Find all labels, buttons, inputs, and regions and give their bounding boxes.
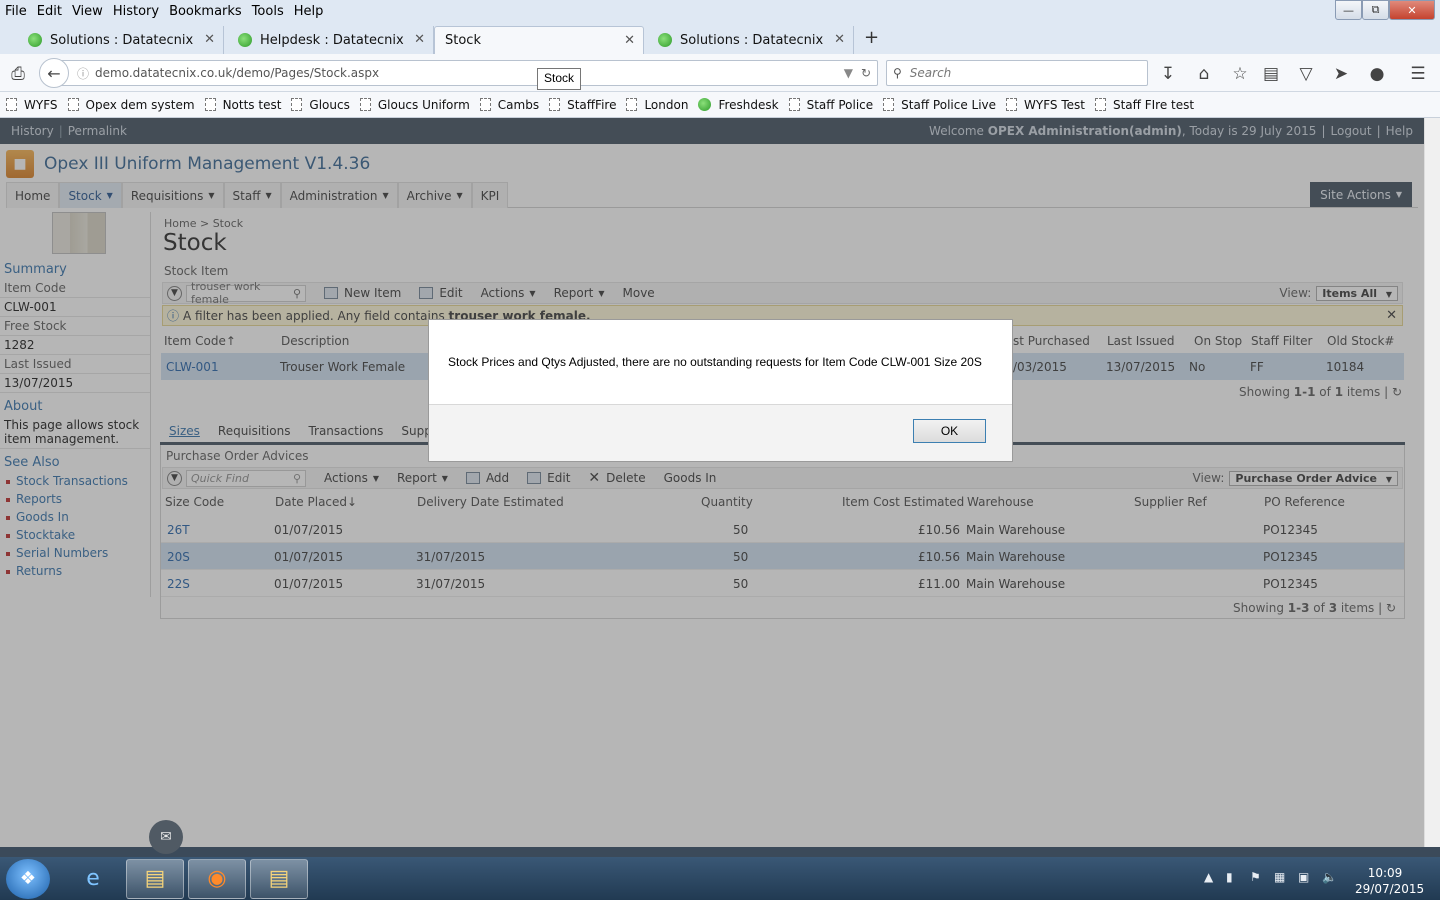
folder-icon — [626, 98, 638, 111]
menu-bar: File Edit View History Bookmarks Tools H… — [0, 0, 1440, 22]
tab-stock[interactable]: Stock ✕ — [434, 26, 644, 54]
bookmark-star-icon[interactable]: ☆ — [1230, 64, 1250, 84]
file-explorer-icon[interactable]: ▤ — [126, 858, 184, 899]
menu-view[interactable]: View — [67, 4, 108, 19]
folder-icon — [1006, 98, 1018, 111]
show-hidden-icons-icon[interactable]: ▲ — [1204, 870, 1213, 884]
menu-file[interactable]: File — [0, 4, 32, 19]
back-icon[interactable]: ← — [39, 58, 69, 88]
status-bar — [0, 847, 1440, 857]
print-icon[interactable]: ⎙ — [8, 64, 28, 84]
search-icon: ⚲ — [893, 66, 902, 80]
new-tab-icon[interactable]: + — [864, 27, 879, 48]
alert-dialog: Stock Prices and Qtys Adjusted, there ar… — [428, 319, 1013, 462]
bookmark-notts-test[interactable]: Notts test — [204, 98, 281, 112]
search-input[interactable]: Search — [910, 66, 952, 80]
bookmark-london[interactable]: London — [626, 98, 688, 112]
close-tab-icon[interactable]: ✕ — [414, 32, 425, 47]
home-icon[interactable]: ⌂ — [1194, 64, 1214, 84]
firefox-icon[interactable]: ◉ — [188, 858, 246, 899]
dialog-message: Stock Prices and Qtys Adjusted, there ar… — [429, 320, 1012, 405]
folder-icon — [359, 98, 371, 111]
info-icon: ⓘ — [77, 66, 90, 81]
clock-time: 10:09 — [1367, 866, 1403, 880]
send-icon[interactable]: ➤ — [1331, 64, 1351, 84]
close-window-button[interactable]: ✕ — [1389, 0, 1435, 20]
bookmark-stafffire[interactable]: StaffFire — [549, 98, 616, 112]
volume-icon[interactable]: 🔈 — [1322, 870, 1337, 884]
chat-icon[interactable]: ● — [1367, 64, 1387, 84]
folder-icon — [479, 98, 491, 111]
menu-bookmarks[interactable]: Bookmarks — [164, 4, 247, 19]
bookmark-staff-police-live[interactable]: Staff Police Live — [883, 98, 996, 112]
bookmark-cambs[interactable]: Cambs — [479, 98, 539, 112]
bookmark-staff-police[interactable]: Staff Police — [788, 98, 873, 112]
vertical-scrollbar[interactable] — [1424, 118, 1440, 847]
tab-tooltip: Stock — [537, 68, 582, 90]
network-icon[interactable]: ▣ — [1298, 870, 1309, 884]
menu-help[interactable]: Help — [289, 4, 329, 19]
menu-edit[interactable]: Edit — [32, 4, 67, 19]
navigation-toolbar: ⎙ ← ⓘ demo.datatecnix.co.uk/demo/Pages/S… — [0, 54, 1440, 92]
taskbar: ❖ e ▤ ◉ ▤ — [0, 857, 1440, 900]
windows-icon[interactable]: ▦ — [1274, 870, 1285, 884]
folder-icon — [1094, 98, 1106, 111]
maximize-button[interactable]: ⧉ — [1362, 0, 1389, 20]
reload-icon[interactable]: ↻ — [861, 66, 871, 80]
tab-helpdesk[interactable]: Helpdesk : Datatecnix ✕ — [228, 26, 434, 54]
close-tab-icon[interactable]: ✕ — [834, 32, 845, 47]
site-favicon-icon — [238, 33, 252, 47]
hamburger-menu-icon[interactable]: ☰ — [1408, 64, 1428, 84]
site-favicon-icon — [658, 33, 672, 47]
internet-explorer-icon[interactable]: e — [64, 859, 122, 899]
url-field[interactable]: demo.datatecnix.co.uk/demo/Pages/Stock.a… — [95, 66, 379, 80]
folder-icon — [549, 98, 561, 111]
bookmark-freshdesk[interactable]: Freshdesk — [698, 98, 779, 112]
menu-tools[interactable]: Tools — [247, 4, 289, 19]
modal-overlay — [0, 118, 1424, 847]
bookmark-staff-fire-test[interactable]: Staff FIre test — [1094, 98, 1194, 112]
action-center-flag-icon[interactable]: ⚑ — [1250, 870, 1261, 884]
folder-icon — [788, 98, 800, 111]
folder-icon — [883, 98, 895, 111]
tab-label: Solutions : Datatecnix — [680, 32, 824, 48]
folder-icon — [291, 98, 303, 111]
close-tab-icon[interactable]: ✕ — [624, 33, 635, 48]
clock[interactable]: 10:09 29/07/2015 — [1355, 865, 1425, 897]
close-tab-icon[interactable]: ✕ — [204, 32, 215, 47]
bookmark-opex-dem-system[interactable]: Opex dem system — [67, 98, 195, 112]
bookmark-gloucs[interactable]: Gloucs — [291, 98, 350, 112]
freshdesk-icon — [698, 98, 712, 111]
site-favicon-icon — [28, 33, 42, 47]
menu-history[interactable]: History — [108, 4, 164, 19]
tab-solutions-1[interactable]: Solutions : Datatecnix ✕ — [18, 26, 224, 54]
dropdown-icon[interactable]: ▼ — [844, 66, 853, 80]
bookmarks-toolbar: WYFS Opex dem system Notts test Gloucs G… — [0, 92, 1440, 118]
reading-list-icon[interactable]: ▤ — [1261, 64, 1281, 84]
pocket-icon[interactable]: ▽ — [1296, 64, 1316, 84]
tab-strip: Solutions : Datatecnix ✕ Helpdesk : Datat… — [0, 22, 1440, 54]
download-icon[interactable]: ↧ — [1158, 64, 1178, 84]
minimize-button[interactable]: — — [1335, 0, 1362, 20]
ok-button[interactable]: OK — [913, 419, 986, 443]
tab-label: Stock — [445, 33, 481, 48]
bookmark-wyfs[interactable]: WYFS — [6, 98, 58, 112]
tab-solutions-2[interactable]: Solutions : Datatecnix ✕ — [648, 26, 854, 54]
mail-icon[interactable]: ✉ — [149, 820, 183, 854]
bookmark-wyfs-test[interactable]: WYFS Test — [1006, 98, 1085, 112]
start-button-icon[interactable]: ❖ — [6, 858, 50, 899]
clock-date: 29/07/2015 — [1355, 882, 1425, 896]
folder-icon — [6, 98, 17, 111]
folder-icon — [67, 98, 79, 111]
folder-icon[interactable]: ▤ — [250, 858, 308, 899]
tab-label: Helpdesk : Datatecnix — [260, 32, 404, 48]
bookmark-gloucs-uniform[interactable]: Gloucs Uniform — [359, 98, 470, 112]
device-icon[interactable]: ▮ — [1226, 870, 1233, 884]
tab-label: Solutions : Datatecnix — [50, 32, 194, 48]
folder-icon — [204, 98, 216, 111]
